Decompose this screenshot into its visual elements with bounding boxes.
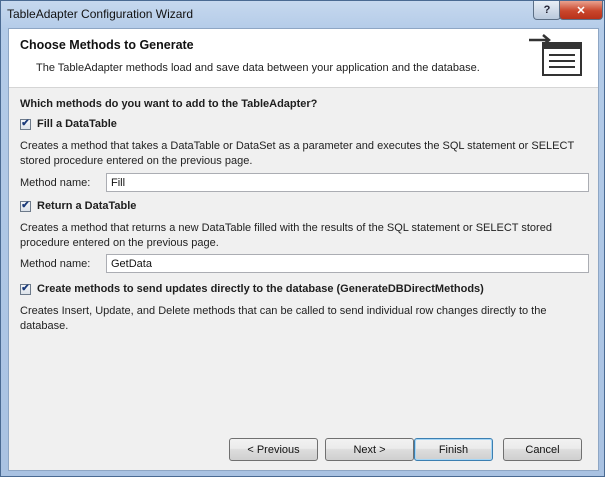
wizard-window: TableAdapter Configuration Wizard ? ✕ Ch… — [0, 0, 605, 477]
fill-method-name-input[interactable] — [106, 173, 589, 192]
wizard-header: Choose Methods to Generate The TableAdap… — [9, 29, 598, 88]
get-description: Creates a method that returns a new Data… — [20, 222, 552, 249]
previous-button[interactable]: < Previous — [229, 438, 318, 461]
fill-checkbox[interactable]: ✔ — [20, 118, 31, 130]
fill-method-name-label: Method name: — [20, 177, 91, 189]
get-checkbox[interactable]: ✔ — [20, 200, 31, 212]
get-method-name-input[interactable] — [106, 254, 589, 273]
check-icon: ✔ — [21, 283, 30, 294]
finish-button[interactable]: Finish — [414, 438, 493, 461]
wizard-client: Choose Methods to Generate The TableAdap… — [8, 28, 599, 471]
title-bar[interactable]: TableAdapter Configuration Wizard ? ✕ — [1, 1, 604, 27]
direct-checkbox-label[interactable]: Create methods to send updates directly … — [37, 283, 484, 295]
direct-description: Creates Insert, Update, and Delete metho… — [20, 305, 547, 332]
close-icon: ✕ — [576, 4, 586, 17]
methods-question: Which methods do you want to add to the … — [20, 98, 318, 110]
fill-checkbox-row[interactable]: ✔ Fill a DataTable — [20, 118, 117, 130]
wizard-content: Which methods do you want to add to the … — [9, 88, 598, 428]
cancel-button[interactable]: Cancel — [503, 438, 582, 461]
close-button[interactable]: ✕ — [559, 1, 603, 20]
page-title: Choose Methods to Generate — [20, 38, 194, 52]
wizard-footer: < Previous Next > Finish Cancel — [9, 429, 598, 470]
get-method-name-label: Method name: — [20, 258, 91, 270]
get-checkbox-row[interactable]: ✔ Return a DataTable — [20, 200, 136, 212]
help-button[interactable]: ? — [533, 1, 561, 20]
direct-checkbox-row[interactable]: ✔ Create methods to send updates directl… — [20, 283, 484, 295]
page-description: The TableAdapter methods load and save d… — [36, 62, 480, 74]
window-title: TableAdapter Configuration Wizard — [7, 7, 194, 21]
help-icon: ? — [543, 4, 551, 16]
check-icon: ✔ — [21, 118, 30, 129]
fill-description: Creates a method that takes a DataTable … — [20, 140, 574, 167]
fill-checkbox-label[interactable]: Fill a DataTable — [37, 118, 117, 130]
check-icon: ✔ — [21, 200, 30, 211]
get-checkbox-label[interactable]: Return a DataTable — [37, 200, 136, 212]
direct-checkbox[interactable]: ✔ — [20, 283, 31, 295]
next-button[interactable]: Next > — [325, 438, 414, 461]
wizard-methods-icon — [529, 34, 582, 76]
